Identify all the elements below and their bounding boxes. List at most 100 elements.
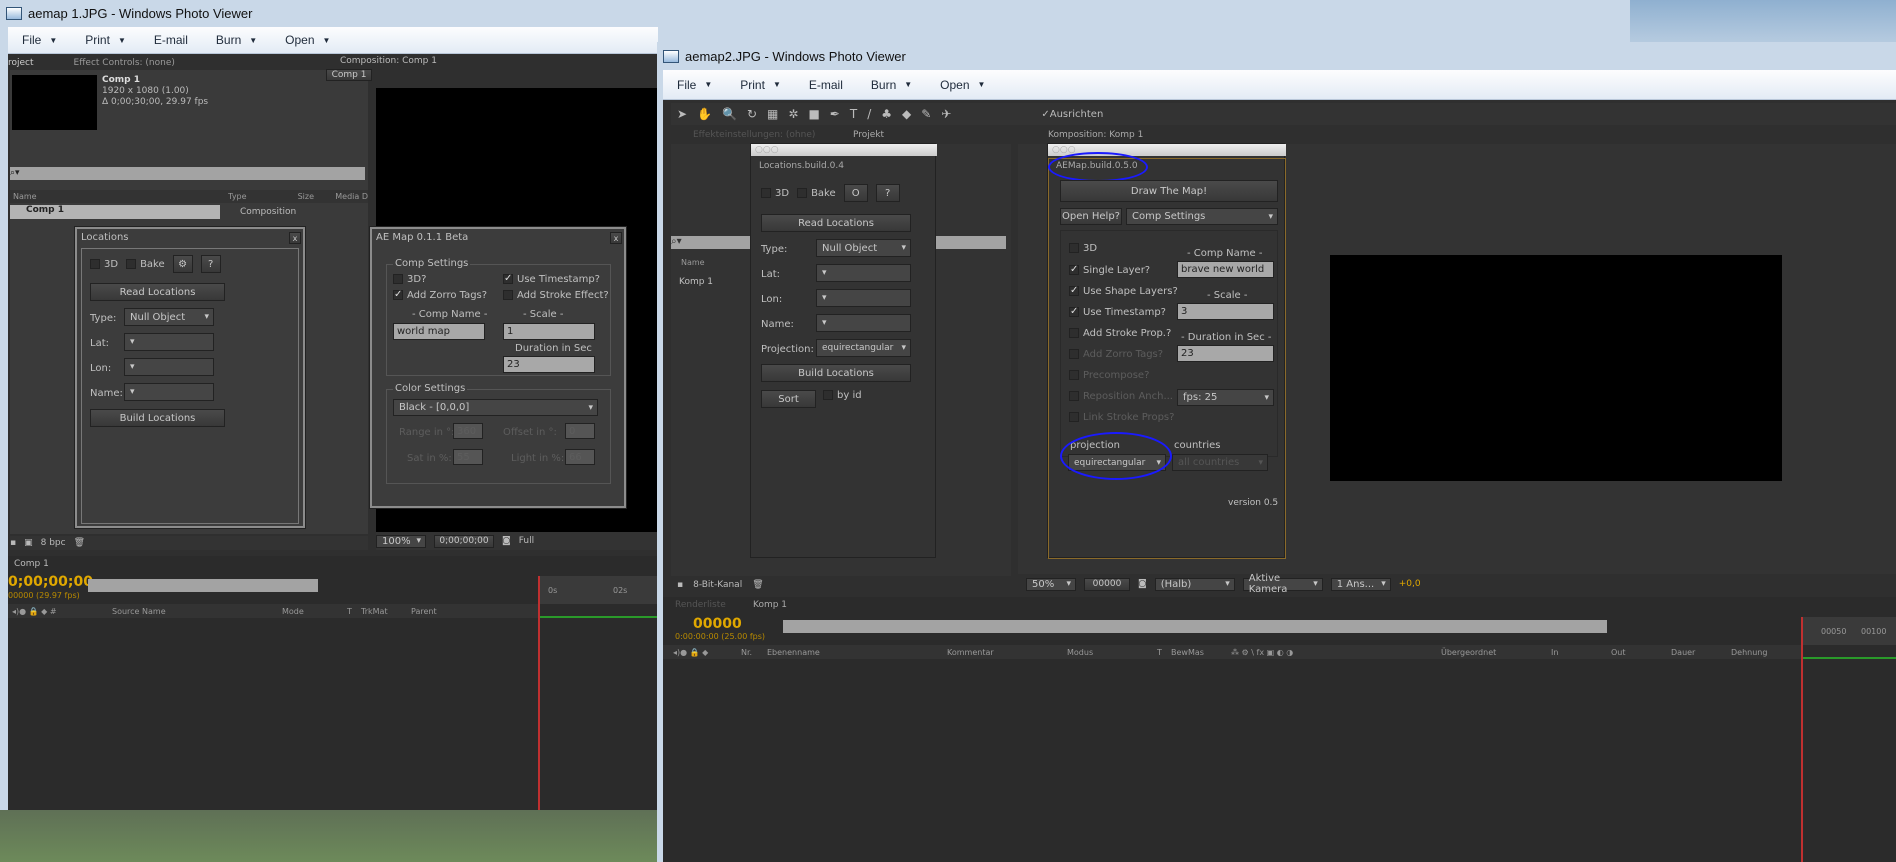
- tab-project[interactable]: Projekt: [853, 130, 884, 140]
- countries-dropdown[interactable]: all countries: [1172, 454, 1268, 471]
- close-icon[interactable]: x: [289, 232, 301, 244]
- comp-breadcrumb-button[interactable]: Comp 1: [326, 69, 372, 81]
- menu-open[interactable]: Open ▼: [271, 33, 344, 47]
- trash-icon[interactable]: 🗑: [74, 538, 85, 548]
- checkbox-use-timestamp[interactable]: ✓ Use Timestamp?: [503, 274, 600, 285]
- col-layer-name[interactable]: Ebenenname: [767, 648, 947, 657]
- col-t[interactable]: T: [1157, 648, 1171, 657]
- col-in[interactable]: In: [1551, 648, 1611, 657]
- tab-composition[interactable]: Composition: Comp 1: [340, 56, 437, 66]
- rectangle-tool-icon[interactable]: ■: [808, 107, 819, 121]
- scale-input[interactable]: 1: [503, 323, 595, 340]
- checkbox-reposition-anchor[interactable]: Reposition Anch...: [1069, 391, 1173, 402]
- sat-input[interactable]: 55: [453, 449, 483, 465]
- tab-effect-controls[interactable]: Effect Controls: (none): [74, 58, 175, 68]
- checkbox-add-stroke-prop[interactable]: Add Stroke Prop.?: [1069, 328, 1171, 339]
- tab-effects[interactable]: Effekteinstellungen: (ohne): [693, 130, 815, 140]
- col-parent[interactable]: Übergeordnet: [1441, 648, 1551, 657]
- zoom-tool-icon[interactable]: 🔍: [722, 107, 737, 121]
- checkbox-add-stroke-effect[interactable]: Add Stroke Effect?: [503, 290, 609, 301]
- quality-dropdown[interactable]: Full: [519, 536, 534, 546]
- draw-map-button[interactable]: Draw The Map!: [1060, 180, 1278, 202]
- timeline-search-input[interactable]: [88, 579, 318, 592]
- col-media[interactable]: Media D: [335, 192, 368, 201]
- lat-dropdown[interactable]: [816, 264, 911, 282]
- panel-titlebar[interactable]: ○○○: [751, 144, 937, 156]
- light-input[interactable]: 66: [565, 449, 595, 465]
- menu-file[interactable]: File ▼: [8, 33, 71, 47]
- tab-timeline-komp[interactable]: Komp 1: [753, 600, 787, 610]
- quality-dropdown[interactable]: (Halb): [1154, 577, 1235, 591]
- fps-dropdown[interactable]: fps: 25: [1177, 389, 1274, 406]
- read-locations-button[interactable]: Read Locations: [90, 283, 225, 301]
- col-trkmat[interactable]: BewMas: [1171, 648, 1231, 657]
- col-nr[interactable]: Nr.: [741, 648, 767, 657]
- bpc-button[interactable]: 8 bpc: [41, 538, 66, 548]
- name-dropdown[interactable]: [816, 314, 911, 332]
- time-ruler[interactable]: 0s 02s: [538, 576, 658, 604]
- col-parent[interactable]: Parent: [411, 607, 437, 616]
- lon-dropdown[interactable]: [124, 358, 214, 376]
- checkbox-bake[interactable]: Bake: [797, 187, 836, 199]
- col-size[interactable]: Size: [298, 192, 336, 201]
- camera-icon[interactable]: ◙: [1138, 579, 1147, 589]
- pen-tool-icon[interactable]: ✒: [830, 107, 840, 121]
- build-locations-button[interactable]: Build Locations: [90, 409, 225, 427]
- folder-icon[interactable]: ▪: [677, 580, 683, 590]
- roto-tool-icon[interactable]: ✎: [921, 107, 931, 121]
- tab-render-queue[interactable]: Renderliste: [675, 600, 726, 610]
- tab-composition[interactable]: Komposition: Komp 1: [1048, 130, 1143, 140]
- refresh-icon[interactable]: O: [843, 184, 868, 202]
- col-name[interactable]: Name: [681, 258, 705, 267]
- menu-burn[interactable]: Burn ▼: [202, 33, 271, 47]
- viewer-timecode[interactable]: 0;00;00;00: [434, 534, 494, 548]
- checkbox-3d[interactable]: 3D: [90, 258, 118, 270]
- col-out[interactable]: Out: [1611, 648, 1671, 657]
- menu-burn[interactable]: Burn ▼: [857, 78, 926, 92]
- timeline-search-input[interactable]: [783, 620, 1607, 633]
- read-locations-button[interactable]: Read Locations: [761, 214, 911, 232]
- tab-timeline-comp[interactable]: Comp 1: [14, 559, 49, 569]
- eraser-tool-icon[interactable]: ◆: [902, 107, 911, 121]
- type-dropdown[interactable]: Null Object: [816, 239, 911, 257]
- settings-dropdown[interactable]: Comp Settings: [1126, 208, 1278, 225]
- col-type[interactable]: Type: [228, 192, 297, 201]
- puppet-tool-icon[interactable]: ✈: [941, 107, 951, 121]
- zoom-dropdown[interactable]: 100%: [376, 534, 426, 548]
- time-ruler[interactable]: 00050 00100: [1801, 617, 1896, 645]
- tab-project[interactable]: roject: [8, 58, 34, 68]
- views-dropdown[interactable]: 1 Ans...: [1330, 577, 1391, 591]
- checkbox-3d[interactable]: 3D: [1069, 243, 1097, 254]
- checkbox-by-id[interactable]: by id: [823, 390, 862, 401]
- hand-tool-icon[interactable]: ✋: [697, 107, 712, 121]
- menu-print[interactable]: Print ▼: [71, 33, 140, 47]
- checkbox-precompose[interactable]: Precompose?: [1069, 370, 1149, 381]
- project-item-komp[interactable]: Komp 1: [679, 277, 713, 287]
- checkbox-bake[interactable]: Bake: [126, 258, 165, 270]
- lat-dropdown[interactable]: [124, 333, 214, 351]
- bpc-button[interactable]: 8-Bit-Kanal: [693, 580, 742, 590]
- camera-tool-icon[interactable]: ▦: [767, 107, 778, 121]
- col-comment[interactable]: Kommentar: [947, 648, 1067, 657]
- tab-locations[interactable]: Locations.build.0.4: [759, 161, 844, 171]
- checkbox-add-zorro-tags[interactable]: ✓ Add Zorro Tags?: [393, 290, 487, 301]
- checkbox-single-layer[interactable]: ✓ Single Layer?: [1069, 265, 1150, 276]
- menu-email[interactable]: E-mail: [140, 33, 202, 47]
- col-mode[interactable]: Mode: [282, 607, 347, 616]
- col-stretch[interactable]: Dehnung: [1731, 648, 1767, 657]
- name-dropdown[interactable]: [124, 383, 214, 401]
- col-duration[interactable]: Dauer: [1671, 648, 1731, 657]
- pan-behind-icon[interactable]: ✲: [788, 107, 798, 121]
- brush-tool-icon[interactable]: /: [867, 107, 871, 121]
- footage-icon[interactable]: ▣: [24, 538, 33, 548]
- help-button[interactable]: ?: [875, 184, 900, 202]
- duration-input[interactable]: 23: [503, 356, 595, 373]
- menu-open[interactable]: Open ▼: [926, 78, 999, 92]
- zoom-dropdown[interactable]: 50%: [1026, 577, 1076, 591]
- col-t[interactable]: T: [347, 607, 361, 616]
- rotate-tool-icon[interactable]: ↻: [747, 107, 757, 121]
- selection-tool-icon[interactable]: ➤: [677, 107, 687, 121]
- gear-icon[interactable]: ⚙: [172, 255, 193, 273]
- offset-input[interactable]: 0: [565, 423, 595, 439]
- camera-dropdown[interactable]: Aktive Kamera: [1242, 573, 1323, 595]
